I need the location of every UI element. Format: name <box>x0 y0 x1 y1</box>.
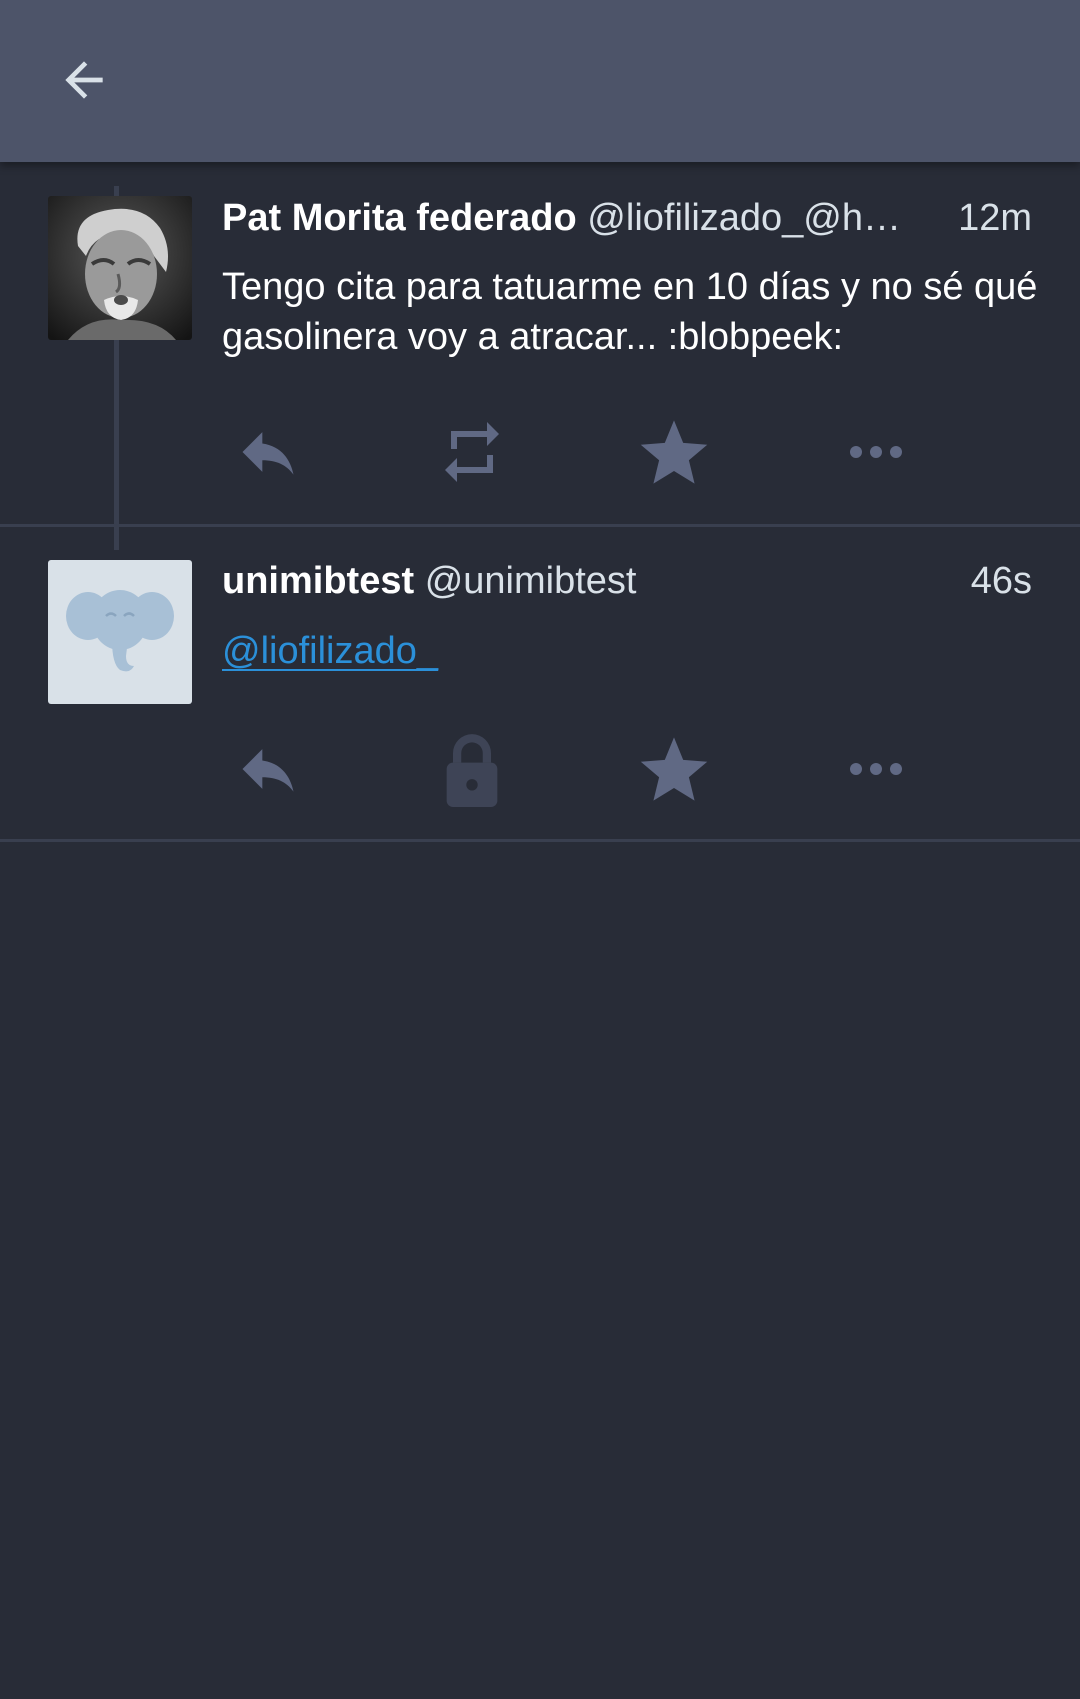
more-options-button[interactable] <box>836 412 916 492</box>
relative-timestamp[interactable]: 46s <box>964 557 1032 605</box>
boost-button[interactable] <box>432 412 512 492</box>
arrow-left-icon <box>65 61 103 99</box>
status-content[interactable]: @liofilizado_ <box>222 626 1042 676</box>
reply-button[interactable] <box>228 412 308 492</box>
default-elephant-avatar <box>48 560 192 704</box>
avatar[interactable] <box>48 560 192 704</box>
more-dots-icon <box>850 446 902 458</box>
status-header: unimibtest @unimibtest 46s <box>222 557 1032 605</box>
favourite-button[interactable] <box>634 729 714 809</box>
user-photo-avatar <box>48 196 192 340</box>
top-app-bar <box>0 0 1080 162</box>
mention-link[interactable]: @liofilizado_ <box>222 630 438 672</box>
favourite-star-icon <box>640 420 708 484</box>
avatar[interactable] <box>48 196 192 340</box>
boost-disabled-button <box>432 729 512 809</box>
conversation-screen: Pat Morita federado @liofilizado_@h… 12m… <box>0 0 1080 1699</box>
more-dots-icon <box>850 763 902 775</box>
status-content[interactable]: Tengo cita para tatuarme en 10 días y no… <box>222 262 1042 362</box>
status-action-bar <box>222 729 1032 809</box>
status-action-bar <box>222 412 1032 492</box>
display-name[interactable]: unimibtest <box>222 560 414 602</box>
status-header: Pat Morita federado @liofilizado_@h… 12m <box>222 194 1032 242</box>
account-handle[interactable]: @unimibtest <box>425 560 637 602</box>
status-item[interactable]: unimibtest @unimibtest 46s @liofilizado_ <box>0 527 1080 842</box>
boost-icon <box>445 422 499 482</box>
more-options-button[interactable] <box>836 729 916 809</box>
account-handle[interactable]: @liofilizado_@h… <box>587 197 901 239</box>
reply-icon <box>242 749 294 792</box>
status-item[interactable]: Pat Morita federado @liofilizado_@h… 12m… <box>0 162 1080 527</box>
reply-icon <box>242 432 294 475</box>
reply-button[interactable] <box>228 729 308 809</box>
back-button[interactable] <box>44 40 124 120</box>
lock-icon <box>446 734 498 807</box>
relative-timestamp[interactable]: 12m <box>952 194 1032 242</box>
favourite-button[interactable] <box>634 412 714 492</box>
display-name[interactable]: Pat Morita federado <box>222 197 577 239</box>
favourite-star-icon <box>640 737 708 801</box>
